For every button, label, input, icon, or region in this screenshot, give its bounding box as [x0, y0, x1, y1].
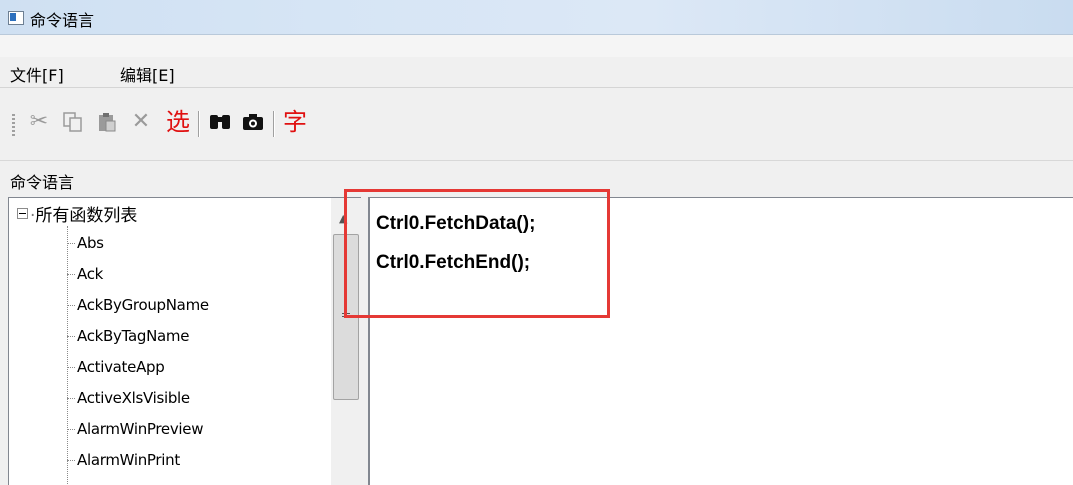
camera-icon[interactable]	[240, 107, 266, 137]
toolbar-grip[interactable]	[12, 114, 15, 136]
delete-icon[interactable]: ✕	[128, 107, 154, 137]
panel-title: 命令语言	[10, 173, 75, 192]
binoculars-icon[interactable]	[207, 107, 233, 137]
tree-root[interactable]: ·所有函数列表	[17, 201, 137, 226]
menu-bar: 文件[F] 编辑[E]	[0, 57, 1073, 88]
toolbar-separator	[198, 111, 200, 137]
tree-item[interactable]: Ack	[77, 265, 103, 283]
tree-item[interactable]: AlarmWinPrint	[77, 451, 180, 469]
tree-item[interactable]: Abs	[77, 234, 104, 252]
tree-connector	[67, 460, 75, 461]
title-bar: 命令语言	[0, 0, 1073, 35]
tree-connector	[67, 226, 68, 485]
tree-root-label: 所有函数列表	[35, 206, 138, 226]
tree-item[interactable]: AckByGroupName	[77, 296, 209, 314]
tree-item[interactable]: ActivateApp	[77, 358, 165, 376]
menu-edit[interactable]: 编辑[E]	[120, 62, 175, 86]
paste-icon[interactable]	[94, 107, 120, 137]
tree-item[interactable]: AlarmWinPreview	[77, 420, 204, 438]
app-icon	[8, 11, 24, 25]
cut-icon[interactable]: ✂	[26, 107, 52, 137]
tree-connector	[67, 305, 75, 306]
menu-file[interactable]: 文件[F]	[10, 62, 64, 86]
tree-connector	[67, 336, 75, 337]
menu-bar-band	[0, 35, 1073, 58]
select-button[interactable]: 选	[165, 107, 191, 137]
function-tree[interactable]: ·所有函数列表 Abs Ack AckByGroupName AckByTagN…	[8, 197, 333, 485]
highlight-box	[344, 189, 610, 318]
collapse-icon[interactable]	[17, 208, 28, 219]
toolbar-separator	[273, 111, 275, 137]
tree-connector	[67, 367, 75, 368]
tree-connector	[67, 243, 75, 244]
window-title: 命令语言	[30, 11, 95, 30]
font-button[interactable]: 字	[282, 107, 308, 137]
copy-icon[interactable]	[60, 107, 86, 137]
tree-item[interactable]: ActiveXlsVisible	[77, 389, 190, 407]
tree-connector	[67, 398, 75, 399]
toolbar: ✂ ✕ 选 字	[0, 89, 1073, 159]
tree-item[interactable]: AckByTagName	[77, 327, 189, 345]
tree-connector	[67, 429, 75, 430]
tree-connector	[67, 274, 75, 275]
